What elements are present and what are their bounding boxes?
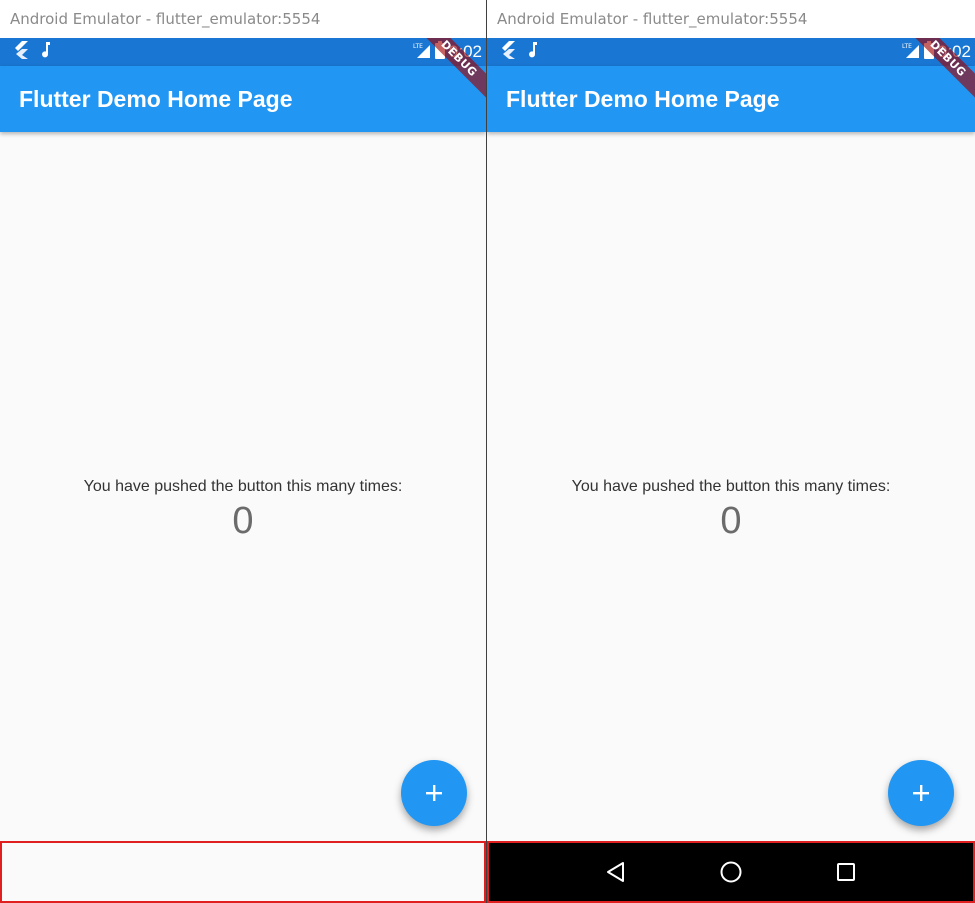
flutter-logo-icon [499,41,515,63]
status-bar: LTE 9:02 [487,38,975,66]
app-bar: Flutter Demo Home Page [0,66,486,132]
counter-block: You have pushed the button this many tim… [0,475,486,543]
emulator-window-right: Android Emulator - flutter_emulator:5554 [487,0,975,903]
counter-block: You have pushed the button this many tim… [487,475,975,543]
back-icon [607,862,625,882]
phone-screen: LTE 9:02 Flutter Demo Home Page DEBUG Yo… [0,38,486,903]
status-bar-left [12,40,52,64]
window-title: Android Emulator - flutter_emulator:5554 [487,0,975,38]
plus-icon [913,785,929,801]
nav-home-button[interactable] [711,852,751,892]
flutter-logo-icon [12,41,28,63]
home-icon [720,861,742,883]
nav-recents-button[interactable] [826,852,866,892]
window-title: Android Emulator - flutter_emulator:5554 [0,0,486,38]
increment-fab-button[interactable] [888,760,954,826]
status-bar-left [499,40,539,64]
svg-text:LTE: LTE [413,43,423,50]
navigation-bar-area-empty [0,841,486,903]
counter-label: You have pushed the button this many tim… [83,478,403,495]
increment-fab-button[interactable] [401,760,467,826]
screenshot-stage: Android Emulator - flutter_emulator:5554 [0,0,975,903]
recents-icon [836,863,855,881]
phone-screen: LTE 9:02 Flutter Demo Home Page DEBUG Yo… [487,38,975,903]
navigation-bar [487,841,975,903]
emulator-window-left: Android Emulator - flutter_emulator:5554 [0,0,487,903]
plus-icon [426,785,442,801]
counter-value: 0 [232,500,254,542]
nav-back-button[interactable] [596,852,636,892]
status-bar: LTE 9:02 [0,38,486,66]
app-bar-title: Flutter Demo Home Page [506,86,780,112]
lte-signal-icon: LTE [413,41,431,63]
lte-signal-icon: LTE [902,41,920,63]
svg-text:LTE: LTE [902,43,912,50]
app-bar-title: Flutter Demo Home Page [19,86,293,112]
app-bar: Flutter Demo Home Page [487,66,975,132]
music-note-icon [527,41,539,63]
music-note-icon [40,41,52,63]
counter-label: You have pushed the button this many tim… [571,478,891,495]
counter-value: 0 [720,500,742,542]
